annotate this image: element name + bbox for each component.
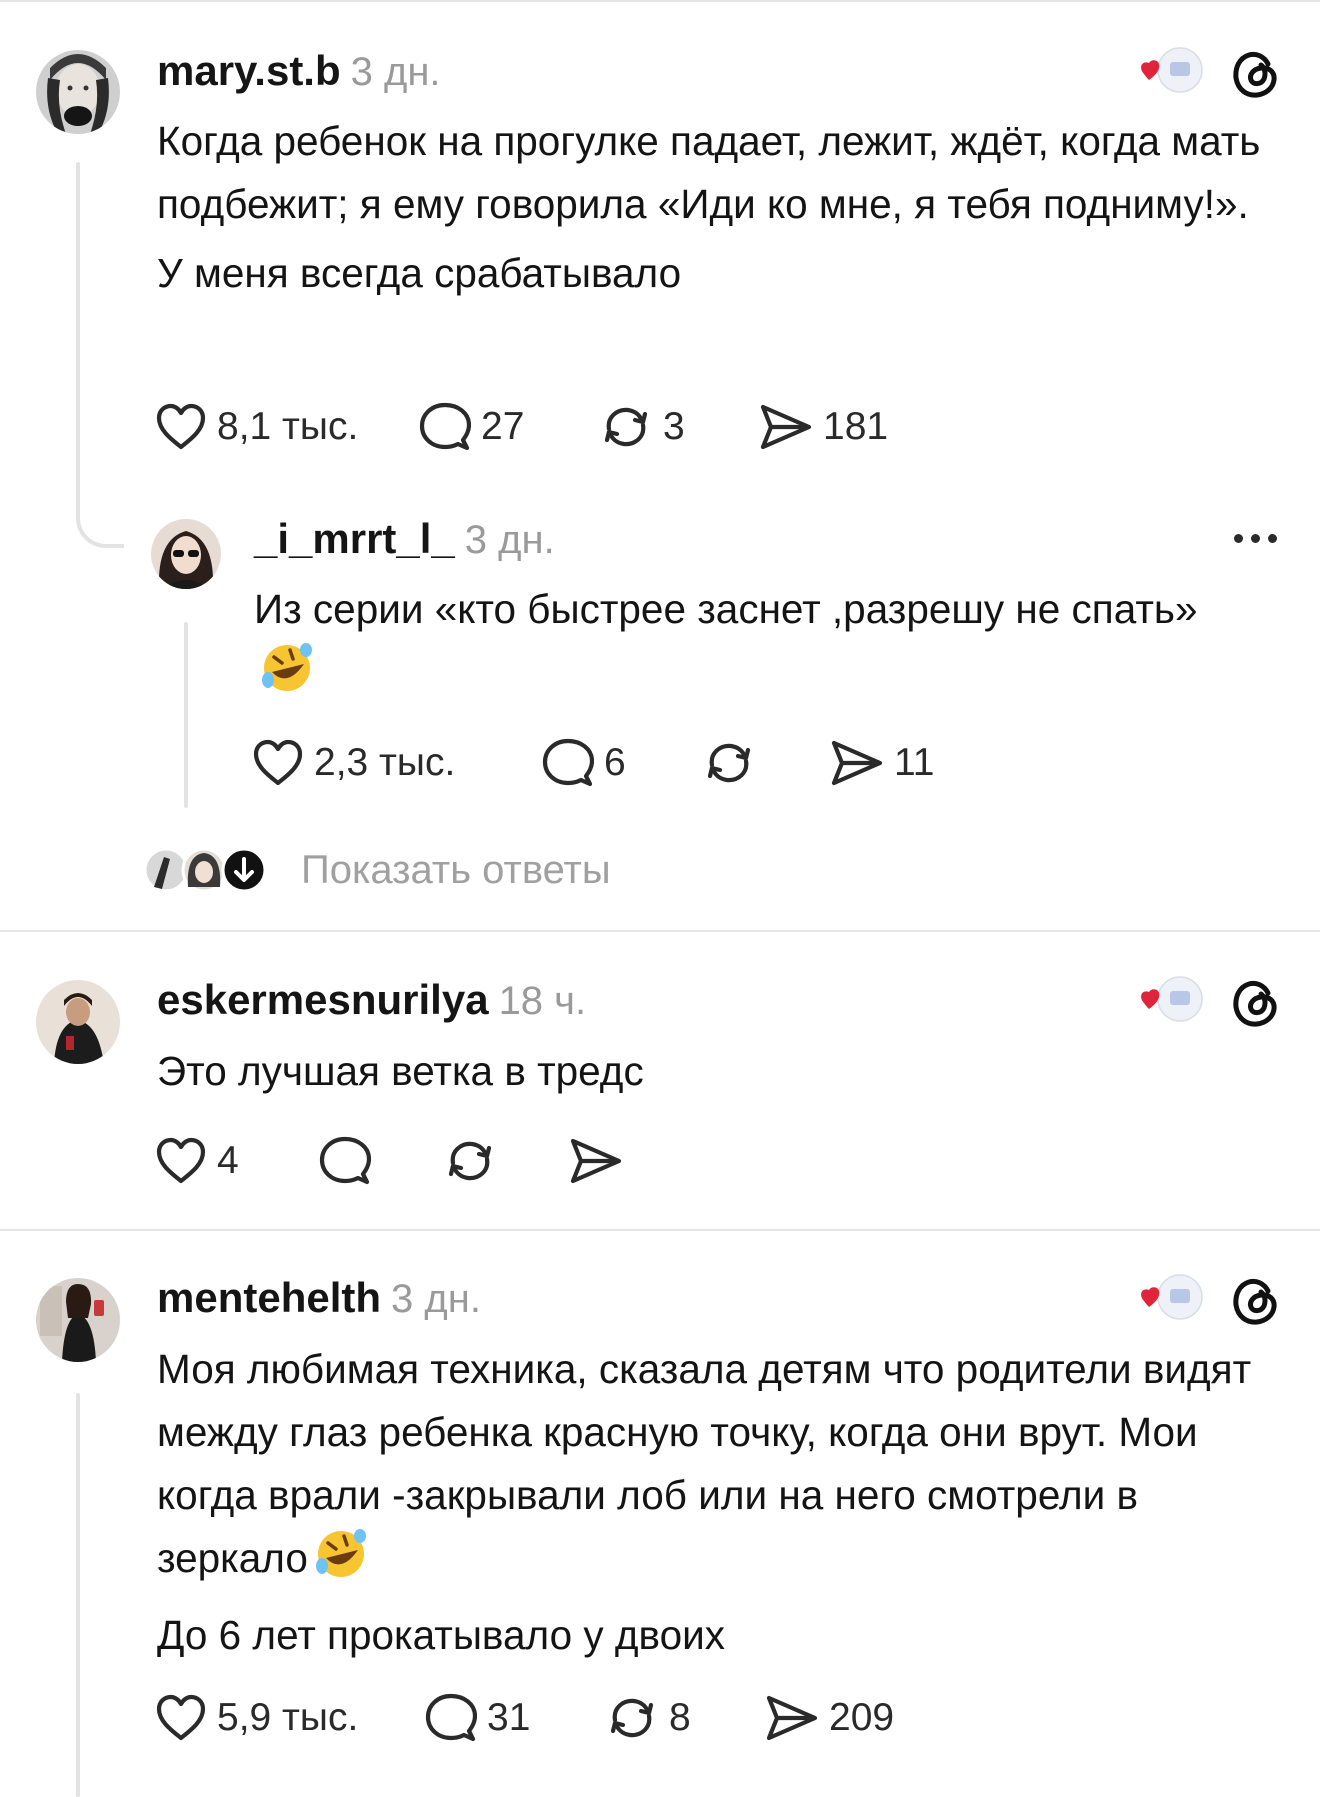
comment-text: Это лучшая ветка в тредс [157,1040,1257,1103]
action-bar: 4 [155,1131,649,1191]
threads-logo-icon[interactable] [1228,975,1284,1031]
username[interactable]: mentehelth [157,1274,381,1321]
reply-button[interactable]: 27 [419,402,599,452]
comment-header: eskermesnurilya 18 ч. [157,975,586,1035]
share-button[interactable]: 11 [830,739,980,787]
comment-paragraph: Из серии «кто быстрее заснет ,разрешу не… [254,586,1198,632]
avatar[interactable] [36,50,120,134]
like-button[interactable]: 4 [155,1137,319,1185]
repost-icon [448,1141,492,1181]
threads-logo-icon[interactable] [1228,46,1284,102]
timestamp[interactable]: 18 ч. [499,979,587,1023]
repost-icon [604,407,648,447]
reply-button[interactable] [319,1136,443,1186]
timestamp[interactable]: 3 дн. [465,518,555,562]
repost-button[interactable]: 3 [599,403,759,451]
share-button[interactable] [569,1137,649,1185]
comment-icon [319,1136,371,1185]
threads-logo-icon[interactable] [1228,1273,1284,1329]
repost-button[interactable] [443,1137,569,1185]
repost-icon [707,743,751,783]
comment-icon [419,402,471,451]
comment-text: Когда ребенок на прогулке падает, лежит,… [157,110,1297,305]
username[interactable]: _i_mrrt_l_ [254,515,455,562]
reply-count: 27 [481,405,525,448]
share-count: 11 [894,741,935,784]
rolling-laughing-emoji [314,1528,368,1598]
reply-button[interactable]: 31 [425,1693,605,1743]
thread-line [76,1393,80,1797]
timestamp[interactable]: 3 дн. [351,50,441,94]
heart-icon [156,1694,206,1741]
comment-paragraph: Это лучшая ветка в тредс [157,1048,644,1094]
send-icon [760,404,812,450]
share-count: 181 [823,405,889,448]
comment-icon [542,738,594,787]
show-replies-link[interactable]: Показать ответы [301,848,611,893]
repost-icon [610,1698,654,1738]
avatar[interactable] [36,1278,120,1362]
timestamp[interactable]: 3 дн. [391,1277,481,1321]
comment-paragraph: До 6 лет прокатывало у двоих [157,1612,725,1658]
username[interactable]: mary.st.b [157,47,341,94]
username[interactable]: eskermesnurilya [157,976,489,1023]
more-icon[interactable] [1234,534,1277,543]
avatar[interactable] [36,980,120,1064]
divider [0,0,1320,2]
repost-count: 8 [669,1696,691,1739]
liked-by-author-badge[interactable] [1134,1273,1206,1325]
comment-paragraph: Когда ребенок на прогулке падает, лежит,… [157,118,1261,227]
action-bar: 2,3 тыс. 6 11 [252,733,980,793]
repost-count: 3 [663,405,685,448]
heart-icon [253,739,303,786]
share-button[interactable]: 209 [765,1694,915,1742]
share-count: 209 [829,1696,895,1739]
thread-line [76,162,80,522]
send-icon [570,1138,622,1184]
like-button[interactable]: 8,1 тыс. [155,403,419,451]
like-count: 8,1 тыс. [217,405,359,448]
thread-connector [76,500,124,548]
heart-icon [156,403,206,450]
liked-by-author-badge[interactable] [1134,975,1206,1027]
repost-button[interactable] [702,739,830,787]
like-count: 2,3 тыс. [314,741,456,784]
heart-icon [156,1137,206,1184]
like-count: 5,9 тыс. [217,1696,359,1739]
thread-line [184,622,188,808]
divider [0,930,1320,932]
comment-text: Моя любимая техника, сказала детям что р… [157,1338,1297,1667]
comment-header: mentehelth 3 дн. [157,1273,481,1333]
rolling-laughing-emoji [260,642,314,712]
like-button[interactable]: 5,9 тыс. [155,1694,425,1742]
comment-text: Из серии «кто быстрее заснет ,разрешу не… [254,578,1254,712]
avatar[interactable] [151,519,221,589]
repost-button[interactable]: 8 [605,1694,765,1742]
liked-by-author-badge[interactable] [1134,46,1206,98]
reply-count: 31 [487,1696,531,1739]
reply-button[interactable]: 6 [542,738,702,788]
send-icon [766,1695,818,1741]
comment-icon [425,1693,477,1742]
reply-count: 6 [604,741,626,784]
like-button[interactable]: 2,3 тыс. [252,739,542,787]
comment-header: mary.st.b 3 дн. [157,46,441,106]
like-count: 4 [217,1139,239,1182]
comment-header: _i_mrrt_l_ 3 дн. [254,514,555,574]
divider [0,1229,1320,1231]
reply-avatars[interactable] [142,847,272,893]
share-button[interactable]: 181 [759,403,909,451]
comment-paragraph: У меня всегда срабатывало [157,250,682,296]
send-icon [831,740,883,786]
action-bar: 5,9 тыс. 31 8 209 [155,1688,915,1748]
action-bar: 8,1 тыс. 27 3 181 [155,397,909,457]
